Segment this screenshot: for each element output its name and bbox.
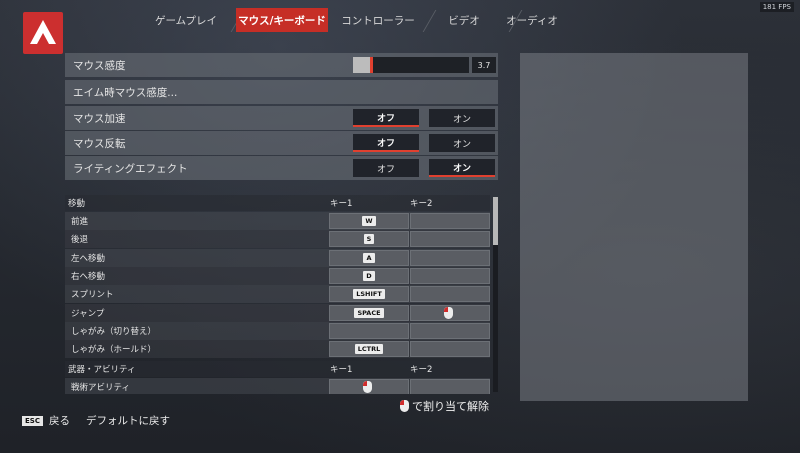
setting-label: エイム時マウス感度...	[73, 86, 178, 99]
reset-defaults-button[interactable]: デフォルトに戻す	[86, 413, 170, 428]
tab-gameplay[interactable]: ゲームプレイ	[140, 8, 245, 32]
slider-thumb[interactable]	[370, 57, 374, 73]
col-key2: キー2	[410, 199, 433, 209]
sensitivity-value: 3.7	[472, 57, 496, 73]
mouse-invert-on-button[interactable]: オン	[429, 134, 495, 152]
col-key1: キー1	[330, 365, 353, 375]
keybind-key2-slot[interactable]	[410, 322, 490, 339]
fps-counter: 181 FPS	[759, 2, 794, 12]
setting-label: マウス感度	[73, 59, 126, 72]
slider-fill	[353, 57, 371, 73]
tab-label: コントローラー	[341, 14, 415, 27]
keybind-key2-slot[interactable]	[410, 379, 490, 394]
keybind-key1-slot[interactable]: S	[329, 231, 409, 248]
mouse-settings-panel: マウス感度 3.7 エイム時マウス感度... マウス加速 オフ オン マウス反転…	[65, 53, 498, 180]
unbind-hint: で割り当て解除	[400, 398, 489, 414]
keybind-table: 移動 キー1 キー2 前進 W 後退 S 左へ移動 A 右へ移動 D スプリント LSHIFT ジャ…	[65, 195, 498, 394]
keybind-action-label: ジャンプ	[71, 308, 105, 319]
section-title: 移動	[68, 199, 86, 209]
mouse-accel-on-button[interactable]: オン	[429, 109, 495, 127]
setting-ads-sensitivity[interactable]: エイム時マウス感度...	[65, 80, 498, 104]
keybind-action-label: 右へ移動	[71, 271, 106, 282]
mouse-button-icon	[444, 306, 453, 319]
footer-bar: ESC 戻る デフォルトに戻す	[22, 413, 170, 428]
setting-mouse-invert: マウス反転 オフ オン	[65, 131, 498, 155]
keybind-key1-slot[interactable]	[329, 379, 409, 394]
keybind-key2-slot[interactable]	[410, 341, 490, 358]
setting-label: マウス加速	[73, 112, 126, 125]
keybind-row: しゃがみ（切り替え）	[65, 321, 490, 340]
tab-label: ビデオ	[448, 14, 480, 27]
keycap: W	[362, 216, 376, 226]
keycap: LSHIFT	[353, 289, 385, 300]
mouse-right-click-icon	[400, 400, 409, 412]
keybind-row: 前進 W	[65, 212, 490, 230]
keycap: D	[363, 270, 375, 281]
tab-bar: ゲームプレイ マウス/キーボード コントローラー ビデオ オーディオ	[140, 8, 560, 34]
col-key2: キー2	[410, 365, 433, 375]
keybind-action-label: 前進	[71, 217, 89, 227]
keybind-row: 後退 S	[65, 230, 490, 249]
keybind-key2-slot[interactable]	[410, 231, 490, 248]
apex-logo	[23, 12, 63, 54]
keybind-key1-slot[interactable]: LSHIFT	[329, 286, 409, 303]
setting-label: ライティングエフェクト	[73, 162, 188, 175]
keycap: S	[363, 234, 375, 245]
mouse-button-icon	[363, 381, 372, 393]
keybind-key1-slot[interactable]: A	[329, 249, 409, 266]
keycap: SPACE	[354, 307, 384, 318]
tab-audio[interactable]: オーディオ	[486, 8, 578, 32]
setting-label: マウス反転	[73, 137, 126, 150]
section-title: 武器・アビリティ	[68, 365, 136, 375]
description-panel	[520, 53, 748, 401]
keybind-row: 右へ移動 D	[65, 266, 490, 285]
mouse-accel-off-button[interactable]: オフ	[353, 109, 419, 127]
keybind-key2-slot[interactable]	[410, 267, 490, 284]
mouse-invert-off-button[interactable]: オフ	[353, 134, 419, 152]
lighting-on-button[interactable]: オン	[429, 159, 495, 177]
keybind-key2-slot[interactable]	[410, 213, 490, 229]
tab-label: オーディオ	[506, 14, 558, 27]
keybind-action-label: しゃがみ（ホールド）	[71, 345, 157, 356]
tab-mouse-keyboard[interactable]: マウス/キーボード	[236, 8, 328, 32]
keybind-action-label: 左へ移動	[71, 253, 106, 264]
keybind-key2-slot[interactable]	[410, 304, 490, 321]
keybind-key2-slot[interactable]	[410, 249, 490, 266]
keybind-row: しゃがみ（ホールド） LCTRL	[65, 340, 490, 359]
keycap: A	[363, 252, 375, 263]
keybind-section-header: 移動 キー1 キー2	[65, 195, 490, 211]
keybind-key1-slot[interactable]: LCTRL	[329, 341, 409, 358]
keybind-row: スプリント LSHIFT	[65, 285, 490, 304]
scrollbar-thumb[interactable]	[493, 197, 498, 245]
keybind-key1-slot[interactable]	[329, 322, 409, 339]
keybind-scrollbar[interactable]	[493, 197, 498, 392]
setting-mouse-accel: マウス加速 オフ オン	[65, 106, 498, 130]
keybind-key1-slot[interactable]: SPACE	[329, 304, 409, 321]
keybind-section-header: 武器・アビリティ キー1 キー2	[65, 361, 490, 377]
keybind-row: ジャンプ SPACE	[65, 303, 490, 322]
keybind-key1-slot[interactable]: W	[329, 213, 409, 229]
keybind-action-label: 後退	[71, 235, 89, 246]
col-key1: キー1	[330, 199, 353, 209]
esc-key-icon: ESC	[22, 415, 43, 426]
sensitivity-slider[interactable]	[353, 57, 469, 73]
keybind-row: 戦術アビリティ	[65, 378, 490, 394]
keybind-action-label: スプリント	[71, 290, 114, 301]
keybind-row: 左へ移動 A	[65, 248, 490, 267]
tab-label: ゲームプレイ	[154, 14, 218, 27]
keybind-key1-slot[interactable]: D	[329, 267, 409, 284]
keybind-action-label: 戦術アビリティ	[71, 383, 130, 393]
keybind-action-label: しゃがみ（切り替え）	[71, 326, 157, 337]
setting-lighting-effect: ライティングエフェクト オフ オン	[65, 156, 498, 180]
setting-mouse-sensitivity: マウス感度 3.7	[65, 53, 498, 77]
unbind-hint-text: で割り当て解除	[412, 400, 489, 413]
lighting-off-button[interactable]: オフ	[353, 159, 419, 177]
tab-controller[interactable]: コントローラー	[332, 8, 437, 32]
keycap: LCTRL	[354, 344, 384, 355]
keybind-key2-slot[interactable]	[410, 286, 490, 303]
tab-label: マウス/キーボード	[238, 14, 326, 27]
back-button[interactable]: 戻る	[49, 413, 70, 428]
